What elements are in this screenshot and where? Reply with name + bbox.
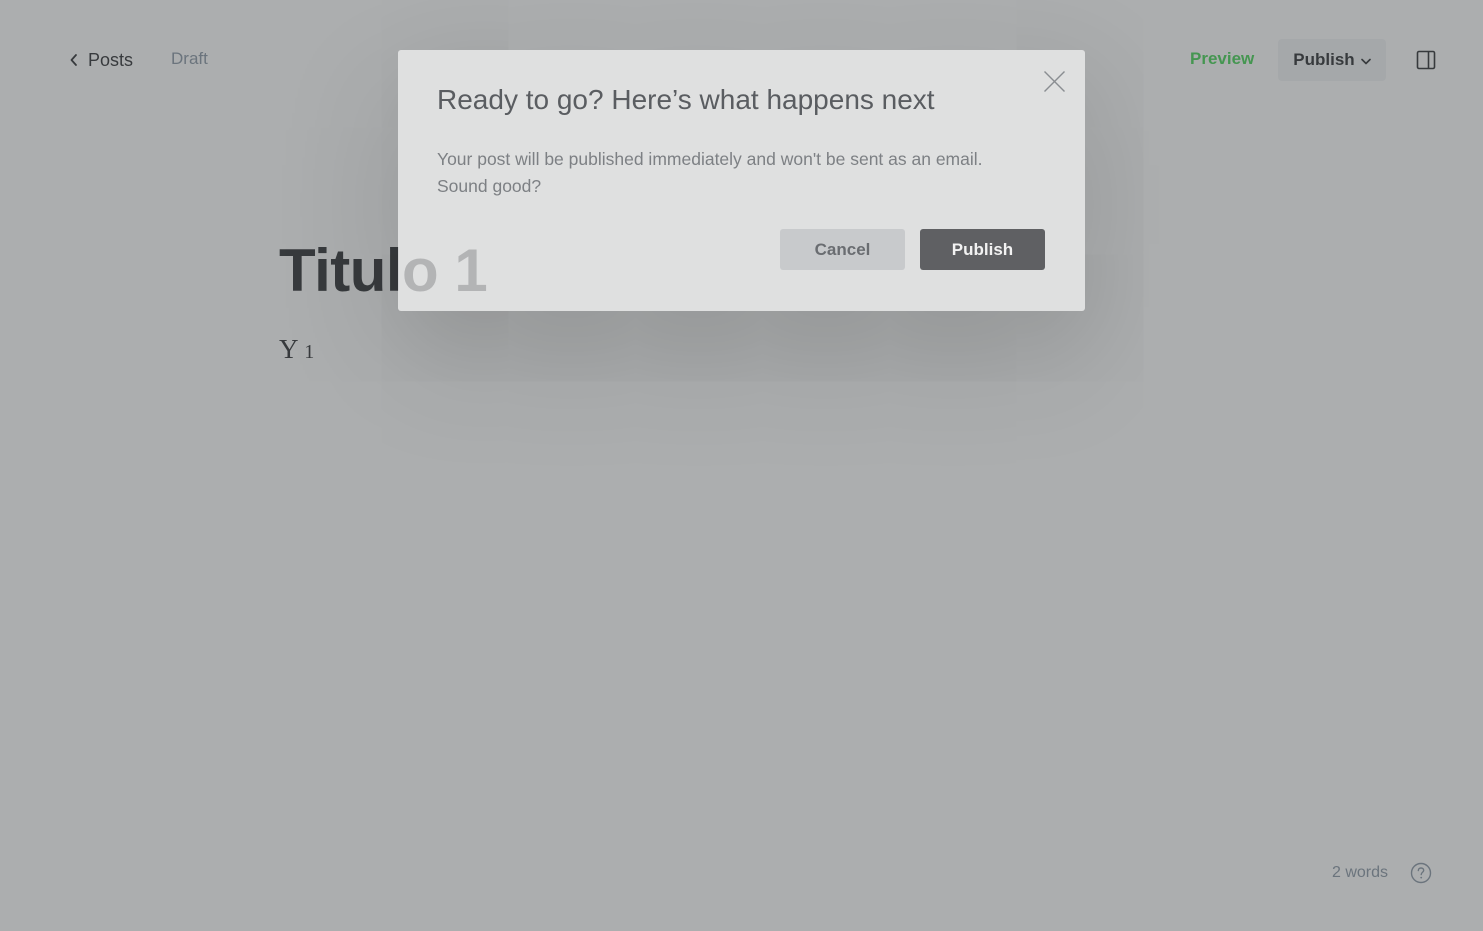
- editor-page: Posts Draft Preview Publish Titulo 1 Y 1…: [0, 0, 1483, 931]
- modal-title: Ready to go? Here’s what happens next: [437, 84, 935, 115]
- modal-description: Your post will be published immediately …: [437, 146, 1047, 200]
- cancel-button[interactable]: Cancel: [780, 229, 905, 270]
- close-icon[interactable]: [1043, 70, 1066, 93]
- publish-confirm-modal: Ready to go? Here’s what happens next Yo…: [398, 50, 1085, 311]
- modal-description-line-2: Sound good?: [437, 176, 542, 196]
- modal-description-line-1: Your post will be published immediately …: [437, 149, 983, 169]
- confirm-publish-button[interactable]: Publish: [920, 229, 1045, 270]
